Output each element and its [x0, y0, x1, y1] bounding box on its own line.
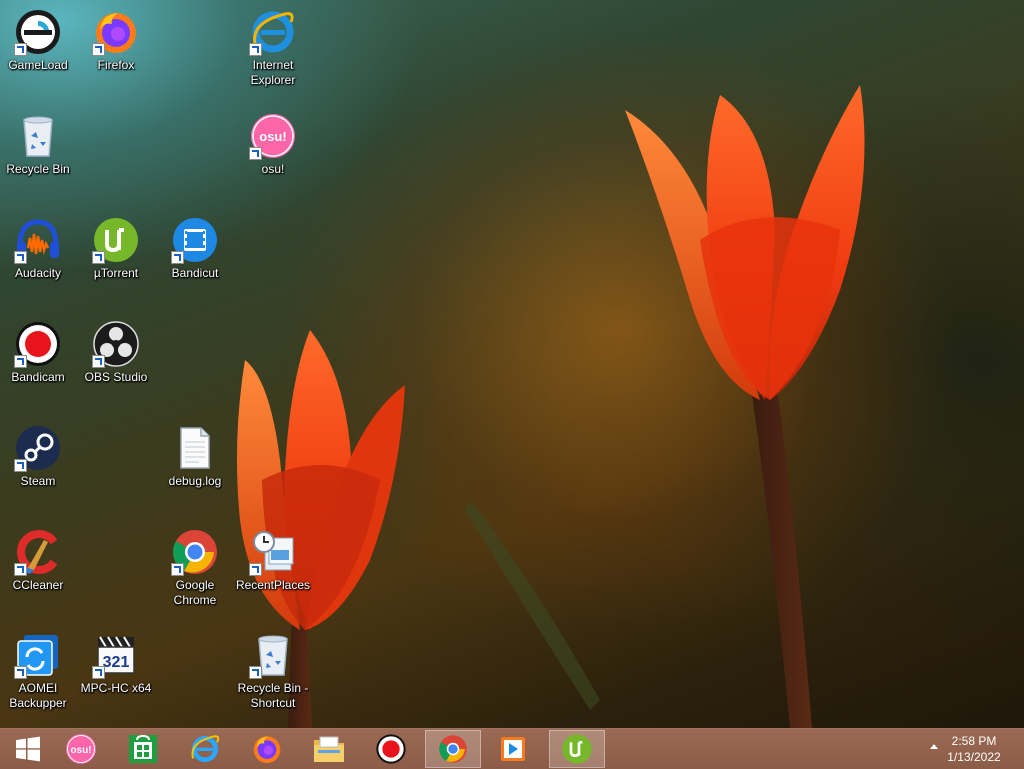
- store-icon: [129, 734, 157, 763]
- desktop-icon-label: AOMEI Backupper: [9, 681, 67, 710]
- shortcut-arrow-icon: [14, 43, 27, 56]
- taskbar-utorrent[interactable]: [549, 730, 605, 768]
- clock-time: 2:58 PM: [951, 734, 997, 748]
- shortcut-arrow-icon: [14, 563, 27, 576]
- desktop-icon-recycle-bin-shortcut[interactable]: Recycle Bin - Shortcut: [235, 627, 311, 711]
- desktop-icon-label: OBS Studio: [84, 370, 148, 384]
- taskbar-bandicam[interactable]: [363, 730, 419, 768]
- taskbar-firefox[interactable]: [239, 730, 295, 768]
- bandicam-icon: [14, 320, 62, 368]
- shortcut-arrow-icon: [92, 666, 105, 679]
- clock-date: 1/13/2022: [947, 750, 1001, 764]
- internet-explorer-icon: [191, 735, 220, 762]
- osu-icon: osu!: [249, 112, 297, 160]
- desktop-icon-osu[interactable]: osu! osu!: [235, 108, 311, 177]
- desktop-icon-label: Google Chrome: [173, 578, 217, 607]
- recent-places-icon: [249, 528, 297, 576]
- desktop-icon-debug-log[interactable]: debug.log: [157, 420, 233, 489]
- desktop-icon-label: GameLoad: [8, 58, 68, 72]
- utorrent-icon: [92, 216, 140, 264]
- taskbar-osu[interactable]: osu!: [53, 730, 109, 768]
- osu-icon: osu!: [66, 734, 96, 764]
- shortcut-arrow-icon: [92, 251, 105, 264]
- desktop-icon-label: Recycle Bin: [6, 162, 70, 176]
- desktop-icon-firefox[interactable]: Firefox: [78, 4, 154, 73]
- desktop-icon-google-chrome[interactable]: Google Chrome: [157, 524, 233, 608]
- desktop-icon-steam[interactable]: Steam: [0, 420, 76, 489]
- osu-logo-text: osu!: [70, 745, 91, 756]
- desktop-icon-recycle-bin[interactable]: Recycle Bin: [0, 108, 76, 177]
- bandicam-icon: [376, 734, 406, 764]
- windows-start-icon: [16, 736, 40, 762]
- taskbar-store[interactable]: [115, 730, 171, 768]
- shortcut-arrow-icon: [92, 43, 105, 56]
- start-button[interactable]: [0, 730, 56, 768]
- aomei-backupper-icon: [14, 631, 62, 679]
- text-file-icon: [171, 424, 219, 472]
- file-explorer-icon: [314, 736, 344, 762]
- desktop-icon-bandicam[interactable]: Bandicam: [0, 316, 76, 385]
- shortcut-arrow-icon: [249, 563, 262, 576]
- taskbar-chrome[interactable]: [425, 730, 481, 768]
- shortcut-arrow-icon: [171, 251, 184, 264]
- internet-explorer-icon: [249, 8, 297, 56]
- bandicut-icon: [171, 216, 219, 264]
- osu-logo-text: osu!: [259, 129, 286, 144]
- desktop-icon-ccleaner[interactable]: CCleaner: [0, 524, 76, 593]
- recycle-bin-icon: [249, 631, 297, 679]
- desktop-icon-aomei-backupper[interactable]: AOMEI Backupper: [0, 627, 76, 711]
- desktop-icon-label: CCleaner: [12, 578, 64, 592]
- obs-studio-icon: [92, 320, 140, 368]
- recycle-bin-icon: [14, 112, 62, 160]
- ccleaner-icon: [14, 528, 62, 576]
- desktop-icon-bandicut[interactable]: Bandicut: [157, 212, 233, 281]
- desktop-icon-internet-explorer[interactable]: Internet Explorer: [235, 4, 311, 88]
- mpc-hc-digits: 321: [103, 654, 130, 671]
- desktop-icon-audacity[interactable]: Audacity: [0, 212, 76, 281]
- desktop-icon-label: Steam: [20, 474, 56, 488]
- desktop-icon-label: Internet Explorer: [250, 58, 296, 87]
- shortcut-arrow-icon: [249, 666, 262, 679]
- steam-icon: [14, 424, 62, 472]
- desktop-icon-label: Recycle Bin - Shortcut: [237, 681, 309, 710]
- desktop-icon-label: Firefox: [97, 58, 135, 72]
- gameload-icon: [14, 8, 62, 56]
- audacity-icon: [14, 216, 62, 264]
- desktop-icon-label: µTorrent: [93, 266, 139, 280]
- taskbar-internet-explorer[interactable]: [177, 730, 233, 768]
- desktop-icon-mpc-hc[interactable]: 321 MPC-HC x64: [78, 627, 154, 696]
- desktop-icon-obs-studio[interactable]: OBS Studio: [78, 316, 154, 385]
- desktop-icon-label: debug.log: [168, 474, 222, 488]
- taskbar-clock[interactable]: 2:58 PM 1/13/2022: [934, 733, 1014, 765]
- shortcut-arrow-icon: [249, 147, 262, 160]
- shortcut-arrow-icon: [14, 251, 27, 264]
- taskbar-file-explorer[interactable]: [301, 730, 357, 768]
- media-player-icon: [501, 737, 525, 761]
- shortcut-arrow-icon: [14, 459, 27, 472]
- desktop-icon-label: osu!: [261, 162, 285, 176]
- shortcut-arrow-icon: [14, 666, 27, 679]
- utorrent-icon: [562, 734, 592, 764]
- desktop-icon-label: RecentPlaces: [235, 578, 311, 592]
- shortcut-arrow-icon: [249, 43, 262, 56]
- shortcut-arrow-icon: [92, 355, 105, 368]
- desktop-icon-label: Bandicam: [11, 370, 65, 384]
- taskbar: osu! 2:58 PM 1/13/2022: [0, 728, 1024, 769]
- desktop-icon-gameload[interactable]: GameLoad: [0, 4, 76, 73]
- shortcut-arrow-icon: [171, 563, 184, 576]
- chrome-icon: [171, 528, 219, 576]
- shortcut-arrow-icon: [14, 355, 27, 368]
- firefox-icon: [92, 8, 140, 56]
- chrome-icon: [439, 735, 467, 763]
- mpc-hc-icon: 321: [92, 631, 140, 679]
- firefox-icon: [253, 736, 281, 763]
- desktop-icon-label: Audacity: [14, 266, 62, 280]
- desktop-icon-label: MPC-HC x64: [80, 681, 152, 695]
- desktop-icon-recentplaces[interactable]: RecentPlaces: [235, 524, 311, 593]
- taskbar-media-player[interactable]: [485, 730, 541, 768]
- desktop-icon-utorrent[interactable]: µTorrent: [78, 212, 154, 281]
- desktop-icon-label: Bandicut: [171, 266, 219, 280]
